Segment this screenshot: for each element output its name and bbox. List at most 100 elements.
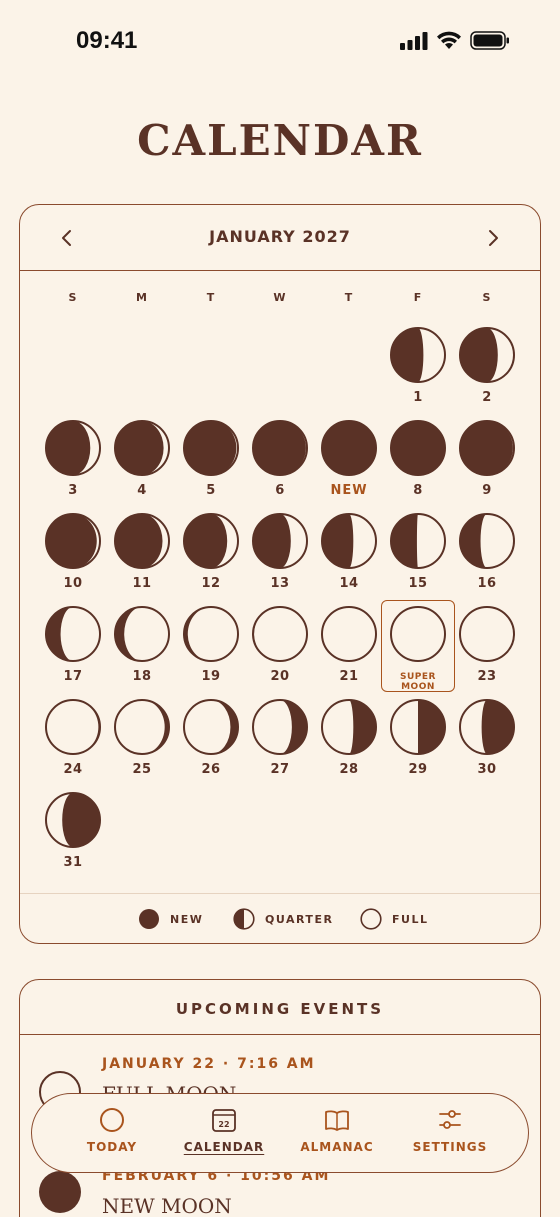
- calendar-icon-day: 22: [218, 1120, 229, 1129]
- calendar-day[interactable]: 13: [247, 513, 313, 603]
- calendar-day[interactable]: 15: [385, 513, 451, 603]
- tab-bar: TODAY 22 CALENDAR ALMANAC SETTINGS: [31, 1093, 529, 1173]
- calendar-day[interactable]: NEW: [316, 420, 382, 510]
- weekday-label: T: [206, 291, 216, 304]
- calendar-day[interactable]: 29: [385, 699, 451, 789]
- calendar-day[interactable]: 2: [454, 327, 520, 417]
- moon-phase-icon: [183, 513, 239, 569]
- calendar-day[interactable]: 30: [454, 699, 520, 789]
- calendar-day[interactable]: 14: [316, 513, 382, 603]
- moon-phase-icon: [183, 420, 239, 476]
- quarter-moon-icon: [233, 908, 255, 930]
- moon-phase-icon: [45, 420, 101, 476]
- weekday-label: W: [273, 291, 287, 304]
- calendar-day[interactable]: 11: [109, 513, 175, 603]
- day-label: 1: [413, 390, 423, 405]
- calendar-day[interactable]: 16: [454, 513, 520, 603]
- calendar-day[interactable]: 1: [385, 327, 451, 417]
- tab-label: ALMANAC: [300, 1140, 374, 1154]
- signal-icon: [400, 31, 428, 50]
- calendar-day[interactable]: 5: [178, 420, 244, 510]
- calendar-day[interactable]: 23: [454, 606, 520, 696]
- moon-phase-icon: [45, 606, 101, 662]
- day-label: 18: [132, 669, 152, 684]
- status-bar: 09:41: [0, 0, 560, 82]
- calendar-day[interactable]: 25: [109, 699, 175, 789]
- calendar-day[interactable]: 24: [40, 699, 106, 789]
- sun-icon: [100, 1108, 124, 1132]
- moon-phase-icon: [114, 699, 170, 755]
- day-label: 2: [482, 390, 492, 405]
- moon-phase-icon: [459, 420, 515, 476]
- calendar-day[interactable]: 10: [40, 513, 106, 603]
- legend-new: NEW: [138, 908, 203, 930]
- moon-shadow: [481, 700, 514, 754]
- moon-phase-icon: [390, 327, 446, 383]
- event-date: JANUARY 22 · 7:16 AM: [102, 1056, 316, 1072]
- moon-phase-icon: [183, 606, 239, 662]
- moon-shadow: [391, 421, 445, 475]
- weekday-label: S: [68, 291, 78, 304]
- book-icon: [325, 1110, 349, 1131]
- calendar-day[interactable]: 26: [178, 699, 244, 789]
- moon-shadow: [460, 328, 498, 382]
- page-title: CALENDAR: [137, 116, 423, 165]
- next-month-button[interactable]: [480, 225, 506, 251]
- divider: [20, 1034, 540, 1035]
- day-label: 21: [339, 669, 359, 684]
- day-label: 5: [206, 483, 216, 498]
- calendar-day[interactable]: 21: [316, 606, 382, 696]
- status-time: 09:41: [76, 27, 138, 54]
- calendar-day[interactable]: 12: [178, 513, 244, 603]
- moon-shadow: [322, 514, 354, 568]
- moon-phase-icon: [321, 420, 377, 476]
- day-label: 4: [137, 483, 147, 498]
- day-label: 31: [63, 855, 83, 870]
- moon-phase-icon: [45, 513, 101, 569]
- day-label: 14: [339, 576, 359, 591]
- day-label: 10: [63, 576, 83, 591]
- moon-shadow: [391, 514, 418, 568]
- weekday-label: T: [344, 291, 354, 304]
- event-name: NEW MOON: [102, 1194, 232, 1217]
- tab-today[interactable]: TODAY: [57, 1106, 167, 1164]
- calendar-day[interactable]: 6: [247, 420, 313, 510]
- super-moon-highlight: [381, 600, 455, 692]
- day-label: 23: [477, 669, 497, 684]
- moon-shadow: [253, 514, 291, 568]
- moon-phase-icon: [459, 327, 515, 383]
- tab-settings[interactable]: SETTINGS: [395, 1106, 505, 1164]
- moon-legend: NEW QUARTER FULL: [20, 893, 540, 945]
- legend-quarter: QUARTER: [233, 908, 333, 930]
- moon-shadow: [322, 421, 376, 475]
- calendar-day[interactable]: 20: [247, 606, 313, 696]
- moon-phase-icon: [252, 513, 308, 569]
- calendar-day[interactable]: 4: [109, 420, 175, 510]
- moon-shadow: [418, 700, 445, 754]
- tab-calendar[interactable]: 22 CALENDAR: [169, 1106, 279, 1164]
- calendar-day[interactable]: 27: [247, 699, 313, 789]
- day-label: NEW: [330, 483, 368, 498]
- calendar-day[interactable]: 28: [316, 699, 382, 789]
- day-label: 6: [275, 483, 285, 498]
- day-label: 28: [339, 762, 359, 777]
- calendar-day[interactable]: 8: [385, 420, 451, 510]
- new-moon-icon: [39, 1171, 81, 1213]
- moon-phase-icon: [390, 699, 446, 755]
- calendar-day[interactable]: 18: [109, 606, 175, 696]
- calendar-day[interactable]: 31: [40, 792, 106, 882]
- calendar-day[interactable]: 9: [454, 420, 520, 510]
- calendar-day[interactable]: 3: [40, 420, 106, 510]
- tab-almanac[interactable]: ALMANAC: [282, 1106, 392, 1164]
- calendar-day[interactable]: 19: [178, 606, 244, 696]
- weekday-label: M: [136, 291, 148, 304]
- moon-phase-icon: [252, 606, 308, 662]
- day-label: 8: [413, 483, 423, 498]
- moon-shadow: [253, 421, 306, 475]
- tab-label: SETTINGS: [412, 1140, 488, 1154]
- moon-shadow: [391, 328, 424, 382]
- moon-phase-icon: [459, 699, 515, 755]
- moon-phase-icon: [252, 699, 308, 755]
- calendar-day[interactable]: 17: [40, 606, 106, 696]
- moon-phase-icon: [252, 420, 308, 476]
